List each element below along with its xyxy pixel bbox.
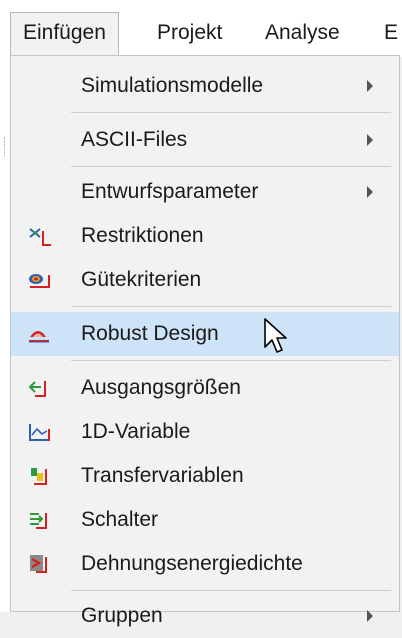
menu-item-label: Gütekriterien bbox=[81, 268, 202, 291]
menu-item-guetekriterien[interactable]: Gütekriterien bbox=[11, 258, 399, 302]
menu-item-dehnungsenergiedichte[interactable]: Dehnungsenergiedichte bbox=[11, 542, 399, 586]
menu-analyse[interactable]: Analyse bbox=[265, 14, 340, 52]
menu-item-ausgangsgroessen[interactable]: Ausgangsgrößen bbox=[11, 366, 399, 410]
1d-variable-icon bbox=[29, 424, 50, 441]
menu-item-label: Gruppen bbox=[81, 604, 163, 627]
menu-item-label: ASCII-Files bbox=[81, 128, 188, 151]
strain-energy-density-icon bbox=[30, 555, 47, 573]
mouse-cursor-icon bbox=[264, 318, 287, 353]
switch-icon bbox=[30, 513, 47, 529]
menu-item-gruppen[interactable]: Gruppen bbox=[11, 594, 399, 638]
menu-item-label: 1D-Variable bbox=[81, 420, 191, 443]
submenu-arrow-icon bbox=[367, 134, 373, 146]
menu-separator bbox=[71, 360, 391, 361]
menu-separator bbox=[71, 112, 391, 113]
submenu-arrow-icon bbox=[367, 186, 373, 198]
menu-item-transfervariablen[interactable]: Transfervariablen bbox=[11, 454, 399, 498]
einfuegen-dropdown-menu: Simulationsmodelle ASCII-Files Entwurfsp… bbox=[10, 55, 400, 627]
transfer-variables-icon bbox=[31, 468, 47, 485]
menu-item-label: Simulationsmodelle bbox=[81, 74, 264, 97]
menu-extra[interactable]: E bbox=[384, 14, 398, 52]
menu-item-label: Transfervariablen bbox=[81, 464, 244, 487]
menu-item-label: Robust Design bbox=[81, 322, 219, 345]
dotted-divider bbox=[4, 137, 6, 157]
quality-criteria-icon bbox=[29, 274, 50, 288]
menu-separator bbox=[71, 166, 391, 167]
menu-einfuegen[interactable]: Einfügen bbox=[10, 12, 119, 57]
menu-item-label: Schalter bbox=[81, 508, 159, 531]
menu-projekt[interactable]: Projekt bbox=[157, 14, 222, 52]
menu-item-label: Restriktionen bbox=[81, 224, 204, 247]
menu-item-label: Ausgangsgrößen bbox=[81, 376, 241, 399]
menu-item-1d-variable[interactable]: 1D-Variable bbox=[11, 410, 399, 454]
menu-item-ascii-files[interactable]: ASCII-Files bbox=[11, 118, 399, 162]
menu-item-entwurfsparameter[interactable]: Entwurfsparameter bbox=[11, 170, 399, 214]
output-variables-icon bbox=[28, 381, 46, 397]
menu-separator bbox=[71, 306, 391, 307]
robust-design-icon bbox=[29, 331, 49, 343]
menu-item-restriktionen[interactable]: Restriktionen bbox=[11, 214, 399, 258]
restriction-icon bbox=[29, 228, 51, 246]
menu-item-robust-design[interactable]: Robust Design bbox=[11, 312, 399, 356]
menu-item-simulationsmodelle[interactable]: Simulationsmodelle bbox=[11, 64, 399, 108]
menu-item-label: Entwurfsparameter bbox=[81, 180, 259, 203]
menu-item-label: Dehnungsenergiedichte bbox=[81, 552, 303, 575]
menu-separator bbox=[71, 590, 391, 591]
menu-item-schalter[interactable]: Schalter bbox=[11, 498, 399, 542]
menu-bar: Einfügen Projekt Analyse E bbox=[0, 0, 402, 57]
submenu-arrow-icon bbox=[367, 80, 373, 92]
